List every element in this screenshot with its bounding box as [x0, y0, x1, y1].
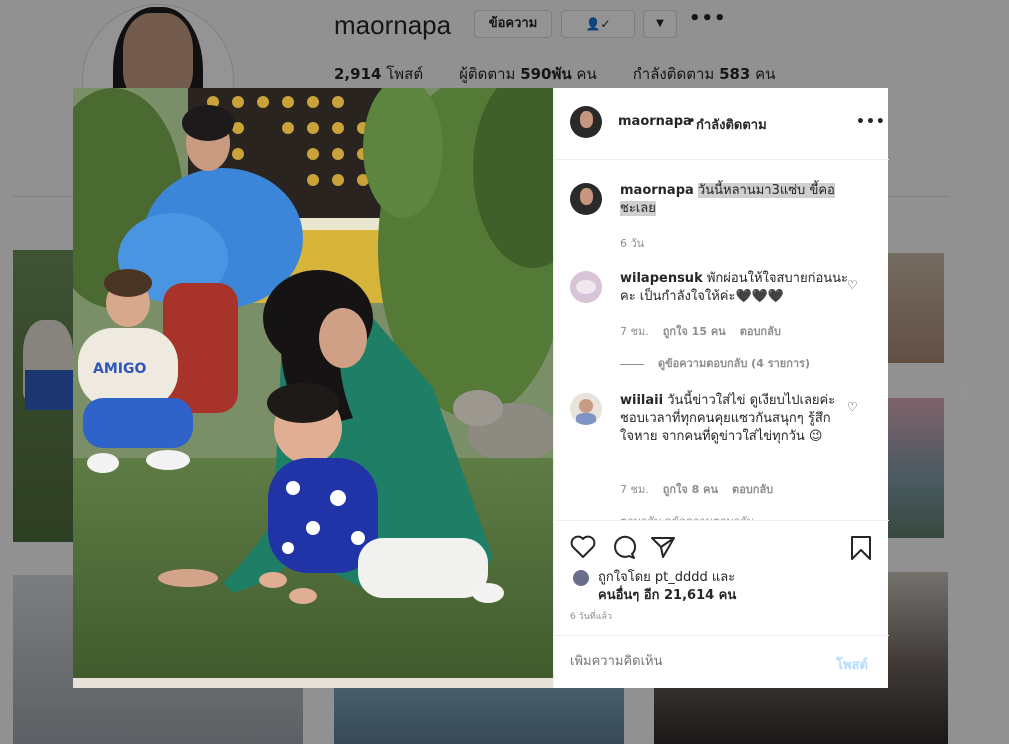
header-follow-status[interactable]: กำลังติดตาม: [696, 114, 767, 135]
caption-time[interactable]: 6 วัน: [620, 234, 644, 252]
post-photo[interactable]: AMIGO: [73, 88, 553, 688]
comment-meta: 7 ชม. ถูกใจ 8 คน ตอบกลับ: [620, 480, 773, 498]
comment-username[interactable]: wilapensuk: [620, 271, 703, 286]
post-modal: AMIGO maornapa • กำลังติดตาม ••• maornap…: [73, 88, 889, 688]
liked-by-others[interactable]: คนอื่นๆ อีก 21,614 คน: [598, 588, 736, 603]
bookmark-icon[interactable]: [850, 535, 872, 565]
post-time-ago[interactable]: 6 วันที่แล้ว: [570, 609, 612, 623]
comment-like-heart-icon[interactable]: ♡: [847, 278, 858, 292]
replies-line: [620, 363, 644, 365]
comment-time[interactable]: 7 ชม.: [620, 322, 649, 340]
comment-time[interactable]: 7 ชม.: [620, 480, 649, 498]
comment-likes[interactable]: ถูกใจ 15 คน: [663, 322, 726, 340]
comment-like-heart-icon[interactable]: ♡: [847, 400, 858, 414]
post-header: maornapa • กำลังติดตาม •••: [554, 88, 889, 160]
comment-likes[interactable]: ถูกใจ 8 คน: [663, 480, 718, 498]
caption-meta: 6 วัน: [620, 234, 644, 252]
liked-by-user[interactable]: pt_dddd: [655, 570, 708, 585]
view-replies-button[interactable]: ดูข้อความตอบกลับ (4 รายการ): [620, 354, 810, 372]
header-username[interactable]: maornapa: [618, 114, 692, 129]
heart-icon[interactable]: [570, 535, 596, 563]
caption-avatar[interactable]: [570, 183, 602, 215]
comment-reply-button[interactable]: ตอบกลับ: [732, 480, 773, 498]
header-avatar[interactable]: [570, 106, 602, 138]
comment-avatar[interactable]: [570, 393, 602, 425]
comment-reply-button[interactable]: ตอบกลับ: [740, 322, 781, 340]
comment-cut-off: ตอบกลับ ดูข้อความตอบกลับ: [620, 512, 820, 520]
comment: wilapensuk พักผ่อนให้ใจสบายก่อนนะคะ เป็น…: [620, 270, 850, 306]
comment-avatar[interactable]: [570, 271, 602, 303]
caption-username[interactable]: maornapa: [620, 183, 694, 198]
post-actions: ถูกใจโดย pt_dddd และ คนอื่นๆ อีก 21,614 …: [554, 520, 889, 688]
comment-input[interactable]: [570, 654, 800, 669]
comment-meta: 7 ชม. ถูกใจ 15 คน ตอบกลับ: [620, 322, 781, 340]
liked-by-avatar[interactable]: [572, 569, 590, 587]
post-side-panel: maornapa • กำลังติดตาม ••• maornapa วันน…: [553, 88, 889, 688]
post-image: AMIGO: [73, 88, 553, 688]
comment-username[interactable]: wiilaii: [620, 393, 663, 408]
header-separator: •: [688, 114, 696, 129]
liked-by: ถูกใจโดย pt_dddd และ คนอื่นๆ อีก 21,614 …: [572, 569, 736, 605]
share-icon[interactable]: [650, 535, 676, 563]
add-comment-section: โพสต์: [554, 635, 889, 689]
post-comment-button[interactable]: โพสต์: [836, 654, 868, 675]
svg-text:AMIGO: AMIGO: [93, 361, 146, 377]
comment: wiilaii วันนี้ข่าวใส่ไข่ ดูเงียบไปเลยค่ะ…: [620, 392, 850, 446]
caption: maornapa วันนี้หลานมา3แซ่บ ขี้คอชะเลย: [620, 182, 850, 218]
comment-icon[interactable]: [610, 535, 637, 563]
post-options-icon[interactable]: •••: [856, 114, 886, 130]
